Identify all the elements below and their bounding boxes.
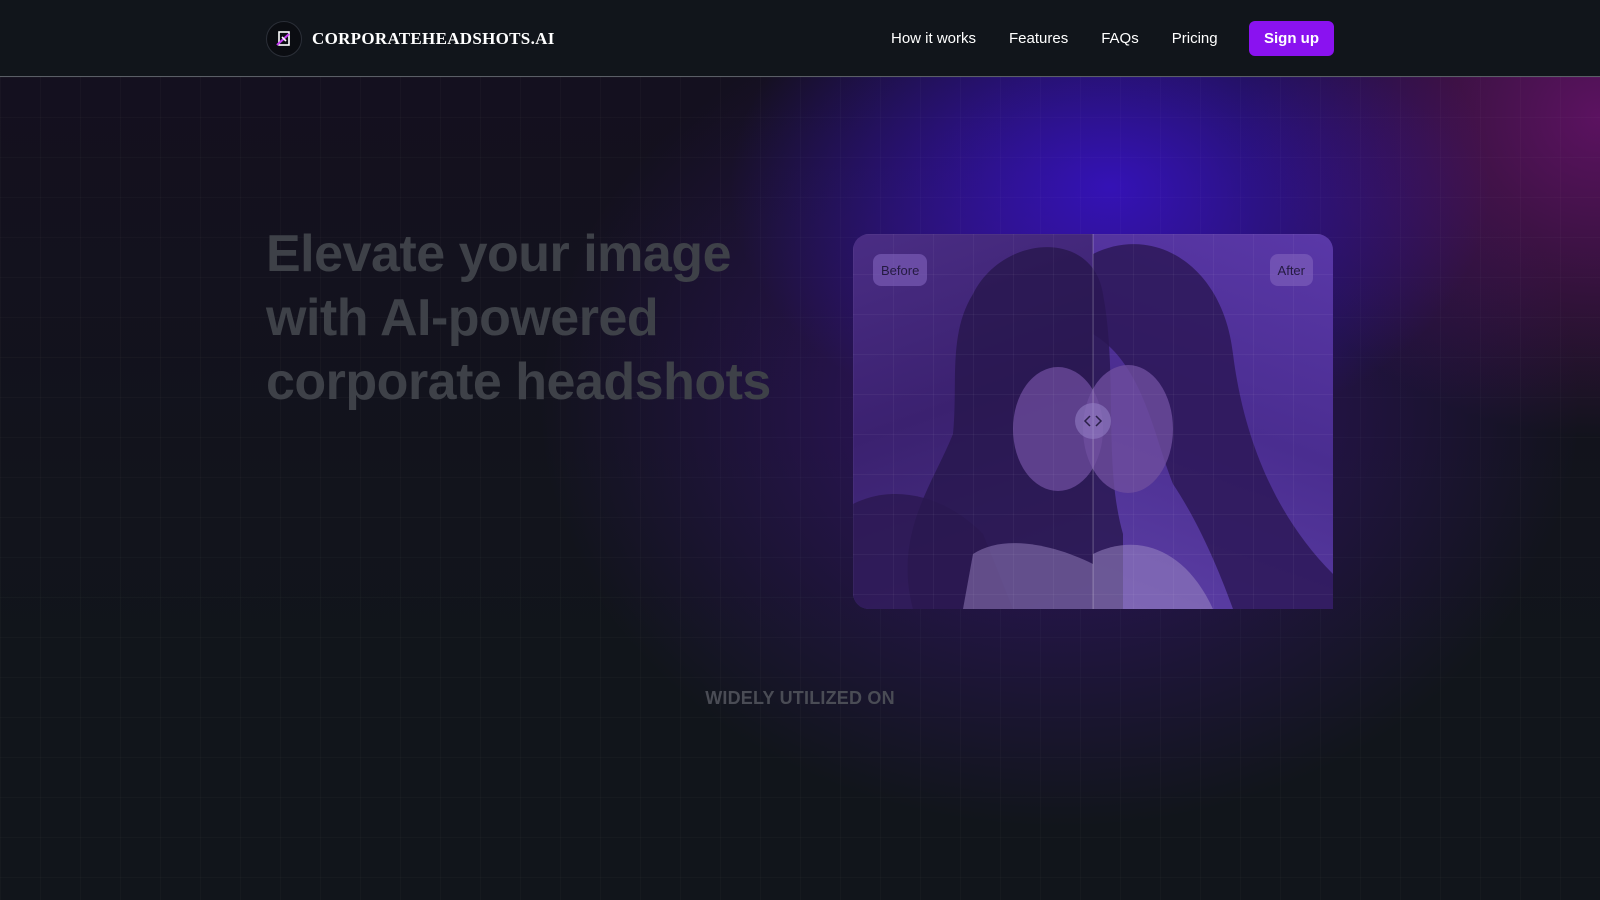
logo-mark-icon <box>266 21 302 57</box>
brand-logo-link[interactable]: CORPORATEHEADSHOTS.AI <box>266 21 555 57</box>
nav-features[interactable]: Features <box>1009 30 1068 47</box>
nav-faqs[interactable]: FAQs <box>1101 30 1139 47</box>
brand-name: CORPORATEHEADSHOTS.AI <box>312 29 555 48</box>
chevrons-left-right-icon[interactable] <box>1075 403 1111 439</box>
before-tag: Before <box>873 254 928 286</box>
site-header: CORPORATEHEADSHOTS.AI How it works Featu… <box>0 0 1600 77</box>
signup-button[interactable]: Sign up <box>1249 21 1334 56</box>
before-after-slider[interactable]: Before After <box>853 234 1333 609</box>
background-glow <box>0 77 1600 900</box>
nav-pricing[interactable]: Pricing <box>1172 30 1218 47</box>
nav-how-it-works[interactable]: How it works <box>891 30 976 47</box>
hero-title: Elevate your image with AI-powered corpo… <box>266 225 771 411</box>
after-tag: After <box>1269 254 1313 286</box>
background-grid <box>0 77 1600 900</box>
main-nav: How it works Features FAQs Pricing <box>891 21 1251 56</box>
widely-utilized-heading: WIDELY UTILIZED ON <box>705 688 895 708</box>
